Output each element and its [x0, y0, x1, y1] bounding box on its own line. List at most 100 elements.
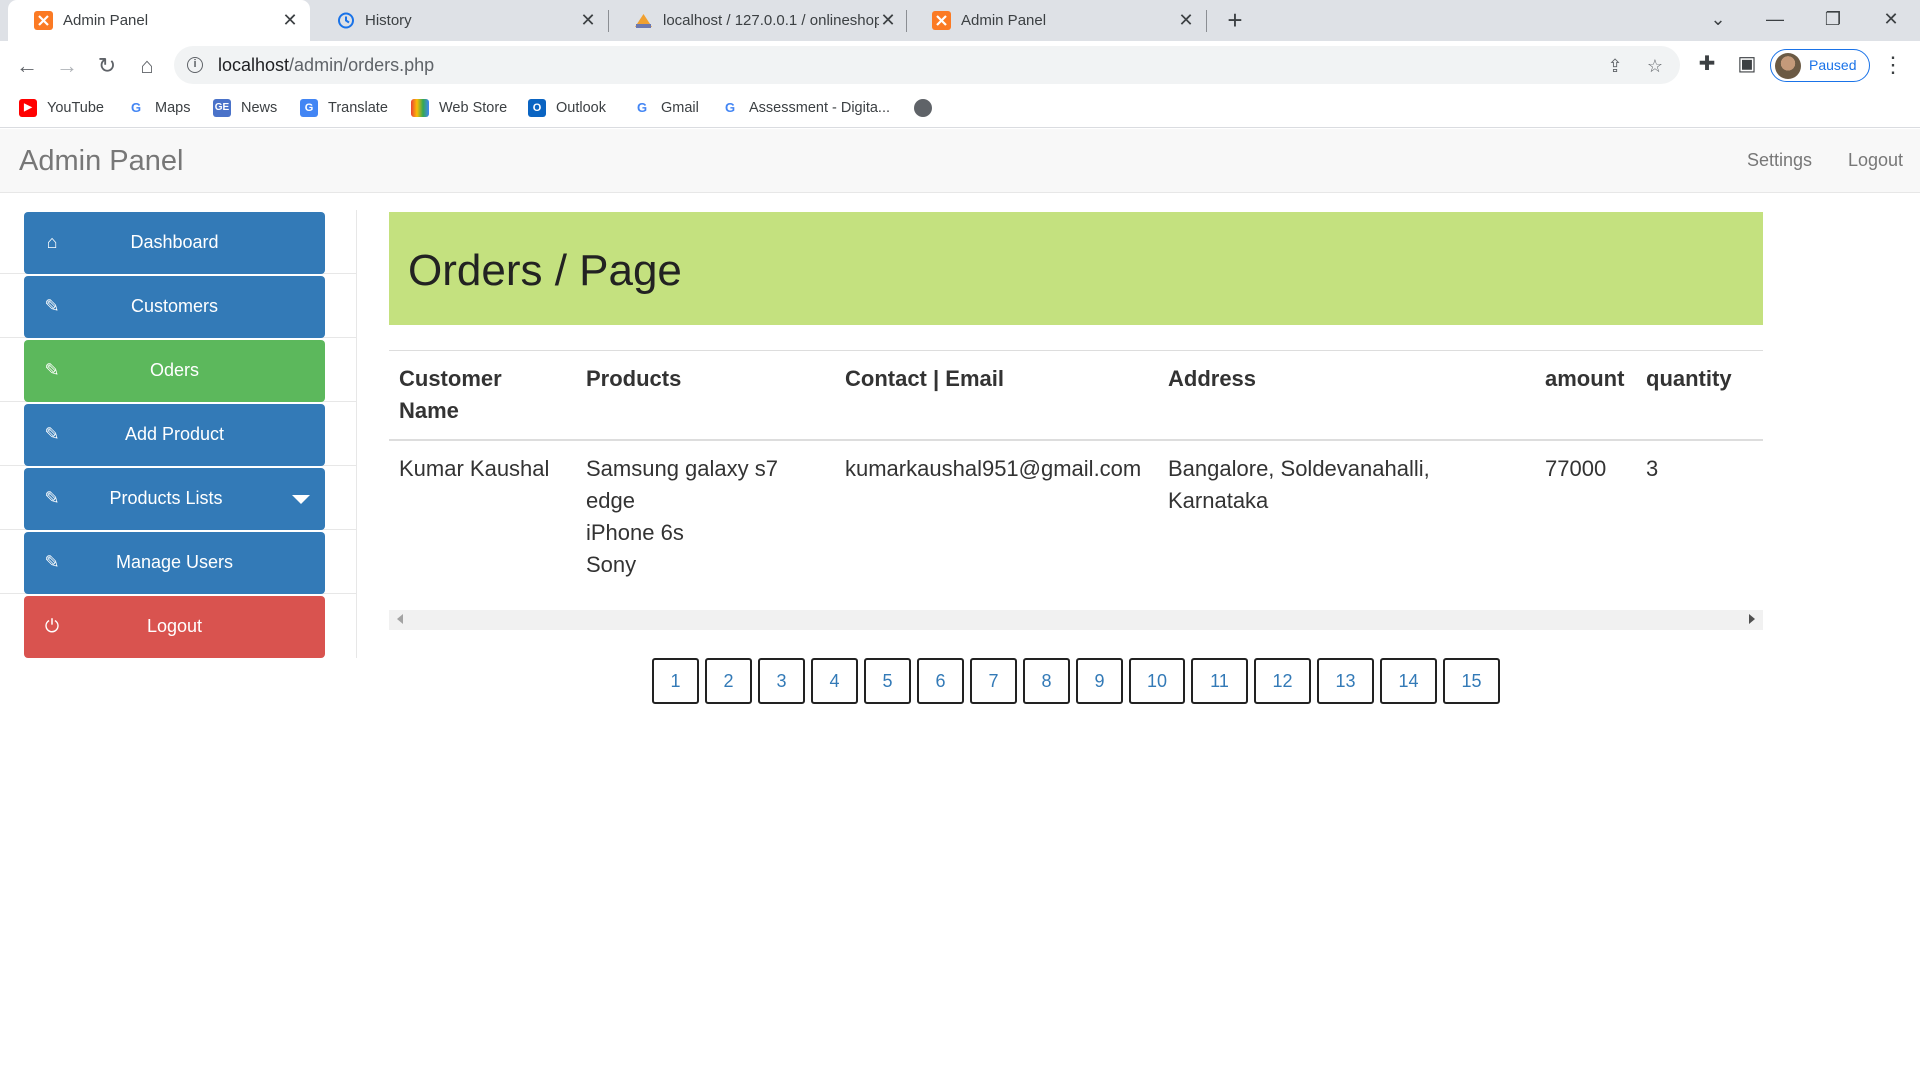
- close-icon[interactable]: ✕: [578, 10, 598, 30]
- tab-title: Admin Panel: [63, 12, 149, 29]
- sidebar-row: ⌂ Dashboard: [0, 210, 356, 274]
- tab-phpmyadmin[interactable]: localhost / 127.0.0.1 / onlineshop ✕: [608, 0, 906, 41]
- bookmark-star-icon[interactable]: ☆: [1644, 55, 1666, 77]
- cell-email: kumarkaushal951@gmail.com: [845, 456, 1142, 481]
- caret-down-icon[interactable]: [292, 495, 310, 504]
- bookmark-gmail[interactable]: G Gmail: [633, 96, 699, 120]
- bookmark-assessment[interactable]: G Assessment - Digita...: [721, 96, 890, 120]
- page-link-10[interactable]: 10: [1129, 658, 1185, 704]
- page-link-15[interactable]: 15: [1443, 658, 1500, 704]
- bookmark-label: Web Store: [439, 100, 508, 116]
- page-link-12[interactable]: 12: [1254, 658, 1311, 704]
- google-icon: G: [724, 100, 736, 115]
- orders-table: Customer Name Products Contact | Email A…: [389, 350, 1763, 593]
- page-link-1[interactable]: 1: [652, 658, 699, 704]
- logout-link[interactable]: Logout: [1848, 150, 1903, 171]
- bookmark-label: News: [241, 100, 278, 116]
- phpmyadmin-icon: [634, 11, 653, 30]
- side-panel-icon[interactable]: ▣: [1734, 51, 1760, 77]
- tab-admin-panel[interactable]: Admin Panel ✕: [8, 0, 310, 41]
- page-link-4[interactable]: 4: [811, 658, 858, 704]
- extensions-puzzle-icon[interactable]: ✚: [1694, 51, 1720, 77]
- translate-icon: G: [300, 99, 318, 117]
- outlook-icon: O: [528, 99, 546, 117]
- bookmark-label: Maps: [155, 100, 191, 116]
- browser-toolbar: ← → ↻ ⌂ i localhost/admin/orders.php ⇪ ☆…: [0, 41, 1920, 90]
- horizontal-scrollbar[interactable]: [389, 610, 1763, 630]
- tab-admin-panel-2[interactable]: Admin Panel ✕: [906, 0, 1206, 41]
- bookmark-outlook[interactable]: O Outlook: [528, 96, 606, 120]
- sidebar-item-add-product[interactable]: ✎ Add Product: [24, 404, 325, 466]
- youtube-icon: ▶: [19, 99, 37, 117]
- site-info-icon[interactable]: i: [187, 57, 203, 73]
- product-item: Sony: [586, 552, 637, 577]
- address-bar[interactable]: i localhost/admin/orders.php ⇪ ☆: [174, 46, 1680, 84]
- reload-icon[interactable]: ↻: [92, 51, 122, 81]
- settings-link[interactable]: Settings: [1747, 150, 1812, 171]
- close-icon[interactable]: ✕: [878, 10, 898, 30]
- bookmark-label: Gmail: [661, 100, 699, 116]
- sidebar-item-customers[interactable]: ✎ Customers: [24, 276, 325, 338]
- sidebar-item-label: Dashboard: [130, 232, 219, 252]
- forward-arrow-icon[interactable]: →: [52, 51, 82, 81]
- url-path: /admin/orders.php: [289, 55, 435, 75]
- address-line: Bangalore, Soldevanahalli,: [1168, 456, 1430, 481]
- cell-address: Bangalore, Soldevanahalli, Karnataka: [1158, 440, 1535, 593]
- bookmark-globe[interactable]: [914, 96, 942, 120]
- scroll-right-arrow-icon[interactable]: [1749, 614, 1755, 624]
- sidebar-item-dashboard[interactable]: ⌂ Dashboard: [24, 212, 325, 274]
- back-arrow-icon[interactable]: ←: [12, 51, 42, 81]
- close-icon[interactable]: ✕: [280, 10, 300, 30]
- minimize-icon[interactable]: —: [1757, 4, 1793, 34]
- page-link-9[interactable]: 9: [1076, 658, 1123, 704]
- bookmark-youtube[interactable]: ▶ YouTube: [19, 96, 104, 120]
- brand-title[interactable]: Admin Panel: [19, 145, 183, 178]
- bookmark-label: Assessment - Digita...: [749, 100, 891, 116]
- bookmark-web-store[interactable]: Web Store: [411, 96, 507, 120]
- col-products: Products: [576, 350, 835, 441]
- page-link-8[interactable]: 8: [1023, 658, 1070, 704]
- page-link-7[interactable]: 7: [970, 658, 1017, 704]
- page-link-6[interactable]: 6: [917, 658, 964, 704]
- scroll-left-arrow-icon[interactable]: [397, 614, 403, 624]
- tab-search-chevron-icon[interactable]: ⌄: [1700, 4, 1736, 34]
- col-customer-name: Customer Name: [389, 350, 576, 441]
- tab-title: Admin Panel: [961, 12, 1047, 29]
- bookmark-news[interactable]: GE News: [213, 96, 277, 120]
- bookmark-maps[interactable]: G Maps: [127, 96, 191, 120]
- sidebar-item-orders[interactable]: ✎ Oders: [24, 340, 325, 402]
- sidebar-row: ✎ Oders: [0, 338, 356, 402]
- cell-products: Samsung galaxy s7 edge iPhone 6s Sony: [576, 440, 835, 593]
- window-close-icon[interactable]: ✕: [1873, 4, 1909, 34]
- news-icon: GE: [213, 99, 231, 117]
- page-link-5[interactable]: 5: [864, 658, 911, 704]
- sidebar-row: ⏻ Logout: [0, 594, 356, 658]
- bookmark-translate[interactable]: G Translate: [300, 96, 388, 120]
- page-link-11[interactable]: 11: [1191, 658, 1248, 704]
- new-tab-plus-icon[interactable]: +: [1221, 6, 1249, 34]
- bookmark-label: Translate: [328, 100, 388, 116]
- page-title: Orders / Page: [408, 246, 682, 295]
- menu-kebab-icon[interactable]: ⋮: [1882, 50, 1904, 80]
- restore-icon[interactable]: ❐: [1815, 4, 1851, 34]
- profile-status: Paused: [1809, 57, 1857, 73]
- home-icon[interactable]: ⌂: [132, 51, 162, 81]
- page-link-14[interactable]: 14: [1380, 658, 1437, 704]
- bookmark-label: Outlook: [556, 100, 606, 116]
- sidebar-item-logout[interactable]: ⏻ Logout: [24, 596, 325, 658]
- tab-title: localhost / 127.0.0.1 / onlineshop: [663, 12, 879, 29]
- tab-history[interactable]: History ✕: [310, 0, 606, 41]
- sidebar-item-label: Manage Users: [115, 552, 234, 572]
- share-icon[interactable]: ⇪: [1604, 55, 1626, 77]
- profile-button[interactable]: Paused: [1770, 49, 1870, 82]
- page-link-3[interactable]: 3: [758, 658, 805, 704]
- page-link-13[interactable]: 13: [1317, 658, 1374, 704]
- close-icon[interactable]: ✕: [1176, 10, 1196, 30]
- sidebar-item-manage-users[interactable]: ✎ Manage Users: [24, 532, 325, 594]
- url-text[interactable]: localhost/admin/orders.php: [218, 55, 434, 76]
- google-icon: G: [130, 100, 142, 115]
- col-customer-line1: Customer: [399, 366, 502, 391]
- sidebar-item-products-lists[interactable]: ✎ Products Lists: [24, 468, 325, 530]
- page-link-2[interactable]: 2: [705, 658, 752, 704]
- bookmarks-bar: ▶ YouTube G Maps GE News G Translate Web…: [0, 90, 1920, 128]
